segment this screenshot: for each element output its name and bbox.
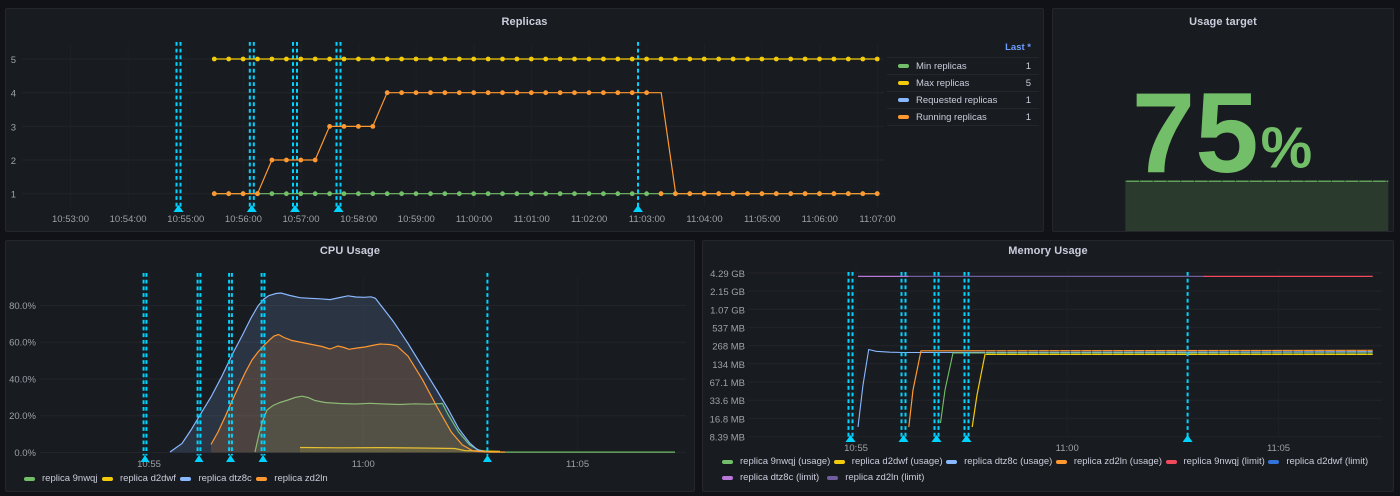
svg-text:2.15 GB: 2.15 GB	[710, 287, 745, 298]
svg-text:268 MB: 268 MB	[712, 342, 745, 353]
svg-text:11:01:00: 11:01:00	[513, 214, 549, 225]
svg-text:11:07:00: 11:07:00	[859, 214, 895, 225]
svg-text:5: 5	[11, 55, 16, 66]
svg-text:40.0%: 40.0%	[9, 374, 36, 385]
svg-text:11:06:00: 11:06:00	[802, 214, 838, 225]
svg-text:11:05:00: 11:05:00	[744, 214, 780, 225]
svg-text:4.29 GB: 4.29 GB	[710, 269, 745, 280]
svg-text:11:04:00: 11:04:00	[686, 214, 722, 225]
svg-text:10:55: 10:55	[844, 443, 868, 454]
svg-text:16.8 MB: 16.8 MB	[710, 414, 745, 425]
svg-text:10:54:00: 10:54:00	[110, 214, 147, 225]
svg-text:67.1 MB: 67.1 MB	[710, 378, 745, 389]
svg-text:80.0%: 80.0%	[9, 301, 36, 312]
svg-text:4: 4	[11, 89, 16, 100]
svg-text:10:59:00: 10:59:00	[398, 214, 435, 225]
svg-text:10:55: 10:55	[137, 459, 161, 470]
svg-text:537 MB: 537 MB	[712, 323, 745, 334]
svg-text:11:05: 11:05	[1267, 443, 1290, 454]
svg-text:75%: 75%	[1132, 70, 1312, 197]
svg-text:8.39 MB: 8.39 MB	[710, 433, 745, 444]
svg-text:11:02:00: 11:02:00	[571, 214, 607, 225]
svg-text:10:55:00: 10:55:00	[167, 214, 204, 225]
svg-text:134 MB: 134 MB	[712, 360, 745, 371]
svg-text:10:53:00: 10:53:00	[52, 214, 89, 225]
svg-text:33.6 MB: 33.6 MB	[710, 396, 745, 407]
svg-text:11:00: 11:00	[1056, 443, 1079, 454]
svg-text:3: 3	[11, 122, 16, 133]
svg-text:11:03:00: 11:03:00	[629, 214, 665, 225]
svg-text:10:56:00: 10:56:00	[225, 214, 262, 225]
svg-text:1: 1	[11, 190, 16, 201]
svg-text:11:00:00: 11:00:00	[456, 214, 492, 225]
svg-text:2: 2	[11, 156, 16, 167]
svg-text:1.07 GB: 1.07 GB	[710, 305, 745, 316]
svg-text:60.0%: 60.0%	[9, 338, 36, 349]
svg-text:20.0%: 20.0%	[9, 411, 36, 422]
svg-text:11:05: 11:05	[566, 459, 589, 470]
svg-text:10:58:00: 10:58:00	[340, 214, 377, 225]
svg-text:11:00: 11:00	[352, 459, 375, 470]
svg-text:10:57:00: 10:57:00	[283, 214, 320, 225]
svg-text:0.0%: 0.0%	[14, 448, 36, 459]
